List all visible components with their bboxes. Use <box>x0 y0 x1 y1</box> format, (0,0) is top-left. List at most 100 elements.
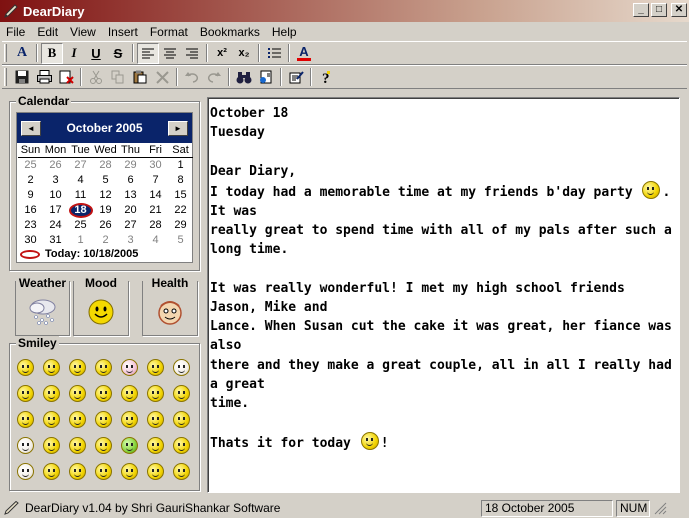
weather-box[interactable]: Weather <box>15 276 70 336</box>
calendar-day[interactable]: 9 <box>18 188 43 203</box>
smiley-icon[interactable] <box>38 354 64 380</box>
calendar-day[interactable]: 17 <box>43 203 68 218</box>
calendar-day[interactable]: 25 <box>18 158 43 173</box>
calendar-day[interactable]: 14 <box>143 188 168 203</box>
calendar-day[interactable]: 7 <box>143 173 168 188</box>
calendar-day[interactable]: 28 <box>93 158 118 173</box>
cut-button[interactable] <box>85 67 107 88</box>
smiley-icon[interactable] <box>90 406 116 432</box>
superscript-button[interactable]: x² <box>211 43 233 64</box>
calendar-day[interactable]: 16 <box>18 203 43 218</box>
diary-editor[interactable]: October 18 Tuesday Dear Diary, I today h… <box>207 97 680 493</box>
health-box[interactable]: Health <box>142 276 198 336</box>
calendar-day[interactable]: 1 <box>168 158 193 173</box>
menu-bookmarks[interactable]: Bookmarks <box>194 25 266 39</box>
calendar-month-label[interactable]: October 2005 <box>66 121 142 135</box>
calendar-day[interactable]: 2 <box>93 233 118 248</box>
calendar-day[interactable]: 21 <box>143 203 168 218</box>
menu-format[interactable]: Format <box>144 25 194 39</box>
calendar-day-selected[interactable]: 18 <box>68 203 93 218</box>
smiley-icon[interactable] <box>116 354 142 380</box>
smiley-icon[interactable] <box>64 432 90 458</box>
smiley-icon[interactable] <box>142 354 168 380</box>
calendar-day[interactable]: 25 <box>68 218 93 233</box>
menu-help[interactable]: Help <box>266 25 303 39</box>
calendar-day[interactable]: 31 <box>43 233 68 248</box>
align-center-button[interactable] <box>159 43 181 64</box>
smiley-icon[interactable] <box>116 458 142 484</box>
prev-month-button[interactable]: ◄ <box>21 120 41 136</box>
calendar-day[interactable]: 4 <box>143 233 168 248</box>
calendar-day[interactable]: 27 <box>68 158 93 173</box>
smiley-icon[interactable] <box>64 380 90 406</box>
calendar-day[interactable]: 22 <box>168 203 193 218</box>
smiley-icon[interactable] <box>168 354 194 380</box>
paste-button[interactable] <box>129 67 151 88</box>
calendar-day[interactable]: 3 <box>43 173 68 188</box>
maximize-button[interactable]: □ <box>651 3 667 17</box>
smiley-icon[interactable] <box>168 406 194 432</box>
smiley-icon[interactable] <box>12 458 38 484</box>
smiley-icon[interactable] <box>90 380 116 406</box>
smiley-icon[interactable] <box>116 432 142 458</box>
calendar-day[interactable]: 19 <box>93 203 118 218</box>
help-button[interactable]: ? <box>315 67 337 88</box>
calendar-day[interactable]: 26 <box>93 218 118 233</box>
smiley-icon[interactable] <box>64 406 90 432</box>
smiley-icon[interactable] <box>38 432 64 458</box>
smiley-icon[interactable] <box>142 458 168 484</box>
calendar-day[interactable]: 24 <box>43 218 68 233</box>
smiley-icon[interactable] <box>90 432 116 458</box>
calendar-day[interactable]: 5 <box>93 173 118 188</box>
smiley-icon[interactable] <box>12 354 38 380</box>
close-button[interactable]: ✕ <box>671 3 687 17</box>
calendar-day[interactable]: 1 <box>68 233 93 248</box>
menu-insert[interactable]: Insert <box>102 25 144 39</box>
calendar-day[interactable]: 3 <box>118 233 143 248</box>
smiley-icon[interactable] <box>12 432 38 458</box>
calendar-day[interactable]: 2 <box>18 173 43 188</box>
calendar-day[interactable]: 30 <box>143 158 168 173</box>
title-bar[interactable]: DearDiary _ □ ✕ <box>0 0 689 22</box>
smiley-icon[interactable] <box>38 458 64 484</box>
save-button[interactable] <box>11 67 33 88</box>
today-link[interactable]: Today: 10/18/2005 <box>20 248 138 260</box>
strikethrough-button[interactable]: S <box>107 43 129 64</box>
italic-button[interactable]: I <box>63 43 85 64</box>
calendar-day[interactable]: 5 <box>168 233 193 248</box>
calendar-day[interactable]: 23 <box>18 218 43 233</box>
calendar-day[interactable]: 10 <box>43 188 68 203</box>
bullets-button[interactable] <box>263 43 285 64</box>
align-left-button[interactable] <box>137 42 159 64</box>
menu-file[interactable]: File <box>0 25 31 39</box>
smiley-icon[interactable] <box>142 406 168 432</box>
delete-entry-button[interactable] <box>55 67 77 88</box>
calendar-day[interactable]: 6 <box>118 173 143 188</box>
smiley-icon[interactable] <box>38 380 64 406</box>
smiley-icon[interactable] <box>116 380 142 406</box>
smiley-icon[interactable] <box>116 406 142 432</box>
smiley-icon[interactable] <box>142 432 168 458</box>
bold-button[interactable]: B <box>41 42 63 64</box>
find-replace-button[interactable] <box>255 67 277 88</box>
calendar-day[interactable]: 27 <box>118 218 143 233</box>
undo-button[interactable] <box>181 67 203 88</box>
menu-edit[interactable]: Edit <box>31 25 64 39</box>
calendar-day[interactable]: 28 <box>143 218 168 233</box>
calendar-day[interactable]: 26 <box>43 158 68 173</box>
clear-button[interactable] <box>151 67 173 88</box>
smiley-icon[interactable] <box>168 432 194 458</box>
calendar-day[interactable]: 4 <box>68 173 93 188</box>
edit-entry-button[interactable] <box>285 67 307 88</box>
print-button[interactable] <box>33 67 55 88</box>
font-button[interactable]: A <box>11 43 33 64</box>
calendar-day[interactable]: 12 <box>93 188 118 203</box>
toolbar-grip[interactable] <box>4 44 7 62</box>
smiley-icon[interactable] <box>38 406 64 432</box>
underline-button[interactable]: U <box>85 43 107 64</box>
smiley-icon[interactable] <box>90 354 116 380</box>
smiley-icon[interactable] <box>90 458 116 484</box>
resize-grip-icon[interactable] <box>653 501 667 515</box>
smiley-icon[interactable] <box>12 380 38 406</box>
calendar-day[interactable]: 15 <box>168 188 193 203</box>
